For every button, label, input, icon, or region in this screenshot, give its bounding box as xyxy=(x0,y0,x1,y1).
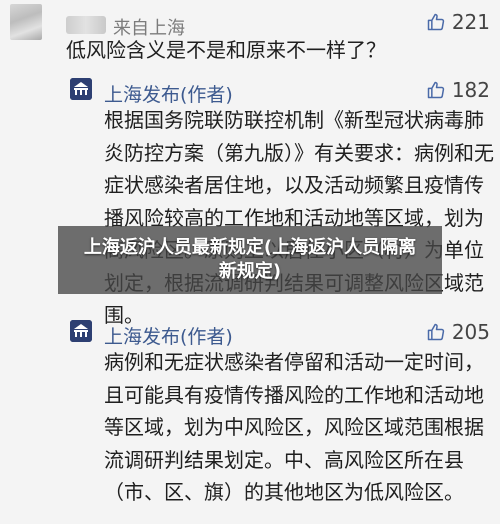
author-name[interactable]: 上海发布(作者) xyxy=(104,80,233,107)
blurred-username xyxy=(66,16,106,34)
thumbs-up-icon xyxy=(426,12,446,32)
overlay-title: 上海返沪人员最新规定(上海返沪人员隔离新规定) xyxy=(83,237,417,282)
like-button[interactable]: 182 xyxy=(426,78,490,102)
comment-text: 低风险含义是不是和原来不一样了？ xyxy=(66,38,386,62)
comment-item: 来自上海 221 低风险含义是不是和原来不一样了？ xyxy=(0,4,500,74)
like-count: 205 xyxy=(451,320,490,344)
comment-item: 上海发布(作者) 205 病例和无症状感染者停留和活动一定时间，且可能具有疫情传… xyxy=(0,320,500,520)
comment-text: 病例和无症状感染者停留和活动一定时间，且可能具有疫情传播风险的工作地和活动地等区… xyxy=(104,350,484,504)
comment-thread: 来自上海 221 低风险含义是不是和原来不一样了？ 上海发布(作者) 182 根… xyxy=(0,0,500,524)
like-count: 221 xyxy=(451,10,490,34)
gov-logo-icon[interactable] xyxy=(70,320,92,342)
title-overlay-banner: 上海返沪人员最新规定(上海返沪人员隔离新规定) xyxy=(58,226,442,294)
like-button[interactable]: 221 xyxy=(426,10,490,34)
author-name[interactable]: 上海发布(作者) xyxy=(104,322,233,349)
gov-logo-icon[interactable] xyxy=(70,78,92,100)
comment-text: 根据国务院联防联控机制《新型冠状病毒肺炎防控方案（第九版）》有关要求：病例和无症… xyxy=(104,108,494,327)
like-button[interactable]: 205 xyxy=(426,320,490,344)
thumbs-up-icon xyxy=(426,322,446,342)
user-avatar[interactable] xyxy=(10,4,42,40)
thumbs-up-icon xyxy=(426,80,446,100)
like-count: 182 xyxy=(451,78,490,102)
